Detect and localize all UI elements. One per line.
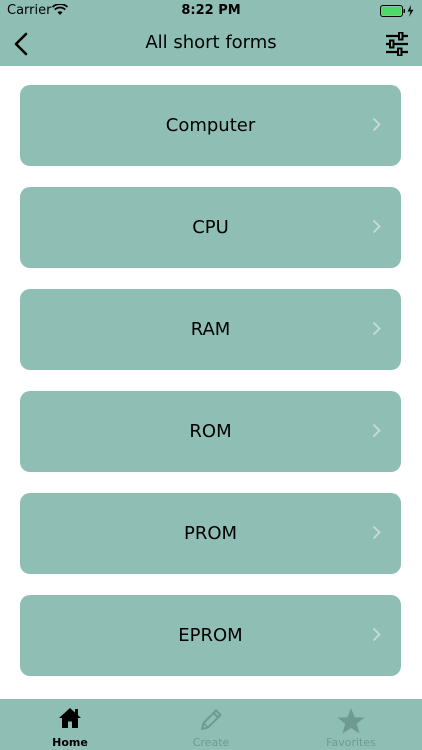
chevron-right-icon (372, 321, 381, 336)
list-item-label: ROM (189, 421, 232, 442)
sliders-icon (386, 32, 408, 56)
status-bar: Carrier 8:22 PM (0, 0, 422, 22)
chevron-right-icon (372, 219, 381, 234)
battery-charging-icon (380, 5, 414, 17)
list-item[interactable]: ROM (20, 391, 401, 472)
list-item-label: EPROM (178, 625, 243, 646)
list-item[interactable]: PROM (20, 493, 401, 574)
short-forms-list: Computer CPU RAM ROM PROM EPROM (20, 85, 401, 697)
star-icon (337, 708, 365, 734)
list-item-label: CPU (192, 217, 229, 238)
list-item[interactable]: CPU (20, 187, 401, 268)
tab-home[interactable]: Home (0, 699, 140, 750)
chevron-right-icon (372, 423, 381, 438)
tab-favorites-label: Favorites (326, 736, 376, 749)
filter-settings-button[interactable] (382, 28, 412, 60)
list-item[interactable]: RAM (20, 289, 401, 370)
tab-create-label: Create (192, 736, 230, 749)
tab-home-label: Home (52, 736, 88, 749)
list-item[interactable]: EPROM (20, 595, 401, 676)
status-time: 8:22 PM (181, 3, 241, 18)
tab-create[interactable]: Create (141, 699, 281, 750)
tab-favorites[interactable]: Favorites (281, 699, 421, 750)
list-item-label: Computer (165, 115, 256, 136)
chevron-right-icon (372, 525, 381, 540)
list-item-label: PROM (183, 523, 238, 544)
chevron-right-icon (372, 117, 381, 132)
tab-bar: Home Create Favorites (0, 699, 422, 750)
page-title: All short forms (145, 32, 277, 53)
chevron-right-icon (372, 627, 381, 642)
pencil-icon (201, 709, 222, 730)
list-item[interactable]: Computer (20, 85, 401, 166)
home-icon (59, 708, 81, 728)
navigation-bar: All short forms (0, 22, 422, 66)
list-item-label: RAM (190, 319, 231, 340)
